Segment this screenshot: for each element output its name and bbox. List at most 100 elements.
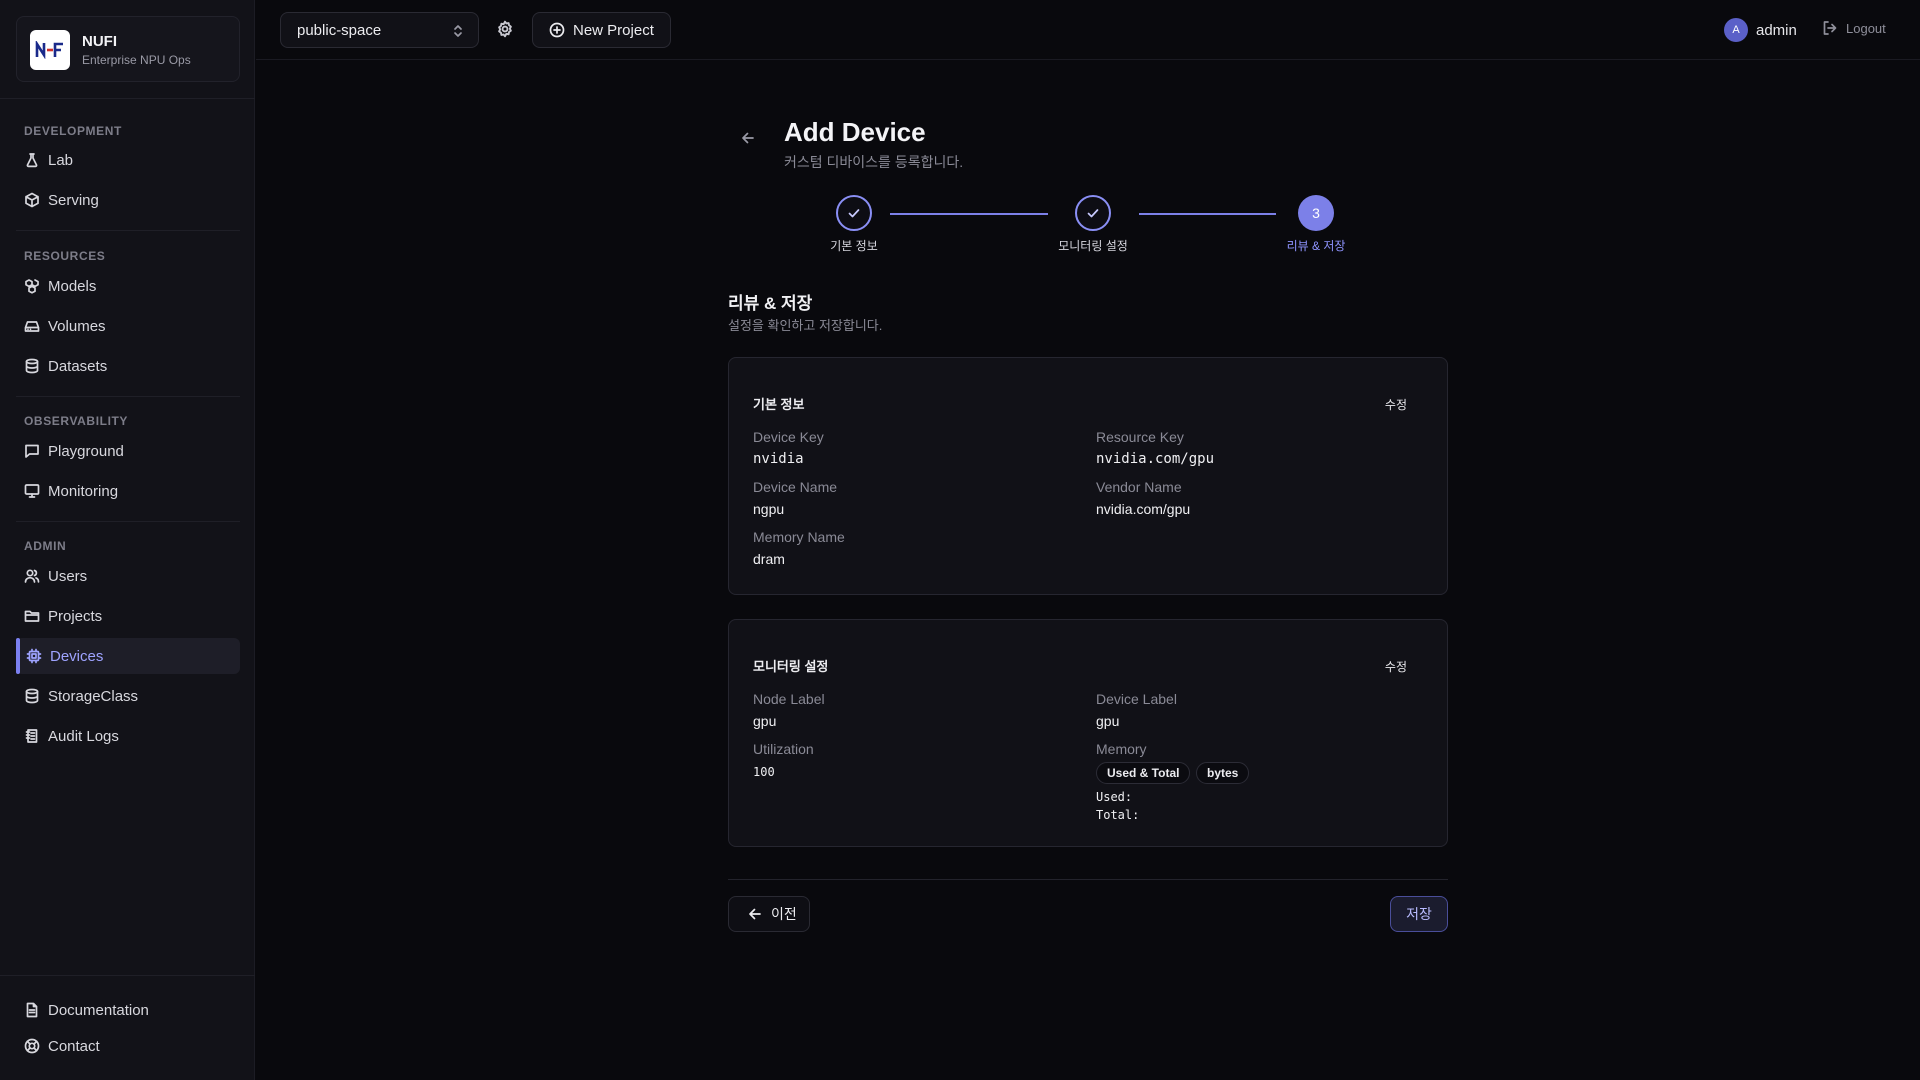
step-2-check-icon bbox=[1075, 195, 1111, 231]
chip-icon bbox=[26, 648, 42, 664]
back-arrow-icon[interactable] bbox=[740, 130, 756, 151]
folder-icon bbox=[24, 608, 40, 624]
sidebar-item-label: Datasets bbox=[48, 357, 108, 375]
sidebar-item-projects[interactable]: Projects bbox=[16, 598, 240, 634]
database-icon bbox=[24, 688, 40, 704]
sidebar-item-lab[interactable]: Lab bbox=[16, 142, 240, 178]
sidebar-item-label: Users bbox=[48, 567, 88, 585]
sidebar-item-volumes[interactable]: Volumes bbox=[16, 308, 240, 344]
sidebar-item-label: Audit Logs bbox=[48, 727, 119, 745]
vendor-name-label: Vendor Name bbox=[1096, 479, 1182, 495]
memory-mode-badge: Used & Total bbox=[1096, 762, 1191, 784]
memory-name-value: dram bbox=[753, 551, 785, 567]
sidebar-item-documentation[interactable]: Documentation bbox=[16, 992, 240, 1028]
utilization-value: 100 bbox=[753, 765, 775, 779]
drive-icon bbox=[24, 318, 40, 334]
brand-name: NUFI bbox=[82, 33, 117, 50]
sidebar-item-label: Playground bbox=[48, 442, 124, 460]
device-name-value: ngpu bbox=[753, 501, 785, 517]
step-connector bbox=[1139, 213, 1276, 215]
user-menu[interactable]: A admin bbox=[1724, 18, 1797, 42]
page-subtitle: 커스텀 디바이스를 등록합니다. bbox=[784, 154, 964, 170]
resource-key-label: Resource Key bbox=[1096, 429, 1184, 445]
step-3-label: 리뷰 & 저장 bbox=[1286, 239, 1346, 253]
new-project-label: New Project bbox=[573, 21, 654, 39]
monitoring-card: 모니터링 설정 수정 Node Label gpu Device Label g… bbox=[728, 619, 1448, 847]
section-title: 리뷰 & 저장 bbox=[728, 294, 813, 313]
memory-name-label: Memory Name bbox=[753, 529, 845, 545]
logout-button[interactable]: Logout bbox=[1822, 20, 1886, 36]
sidebar-item-label: Documentation bbox=[48, 1001, 149, 1019]
log-icon bbox=[24, 728, 40, 744]
sidebar-item-audit-logs[interactable]: Audit Logs bbox=[16, 718, 240, 754]
memory-total-label: Total: bbox=[1096, 808, 1140, 822]
sidebar-item-models[interactable]: Models bbox=[16, 268, 240, 304]
sidebar-item-serving[interactable]: Serving bbox=[16, 182, 240, 218]
brand-subtitle: Enterprise NPU Ops bbox=[82, 53, 191, 67]
device-key-label: Device Key bbox=[753, 429, 824, 445]
vendor-name-value: nvidia.com/gpu bbox=[1096, 501, 1191, 517]
logout-label: Logout bbox=[1846, 20, 1886, 36]
lifebuoy-icon bbox=[24, 1038, 40, 1054]
top-bar: public-space New Project A admin Logout bbox=[256, 0, 1920, 60]
users-icon bbox=[24, 568, 40, 584]
sidebar-item-storageclass[interactable]: StorageClass bbox=[16, 678, 240, 714]
flask-icon bbox=[24, 152, 40, 168]
divider bbox=[16, 396, 240, 397]
logout-icon bbox=[1822, 20, 1838, 36]
chevron-up-down-icon bbox=[450, 23, 466, 43]
divider bbox=[16, 521, 240, 522]
memory-unit-badge: bytes bbox=[1196, 762, 1250, 784]
sidebar-item-playground[interactable]: Playground bbox=[16, 433, 240, 469]
sidebar-item-users[interactable]: Users bbox=[16, 558, 240, 594]
gear-icon[interactable] bbox=[496, 20, 514, 38]
sidebar-item-label: Models bbox=[48, 277, 97, 295]
device-key-value: nvidia bbox=[753, 451, 804, 467]
project-selector[interactable]: public-space bbox=[280, 12, 479, 48]
step-connector bbox=[890, 213, 1048, 215]
sidebar-item-monitoring[interactable]: Monitoring bbox=[16, 473, 240, 509]
document-icon bbox=[24, 1002, 40, 1018]
brand-card[interactable]: NUFI Enterprise NPU Ops bbox=[16, 16, 240, 82]
new-project-button[interactable]: New Project bbox=[532, 12, 671, 48]
save-button[interactable]: 저장 bbox=[1390, 896, 1448, 932]
boxes-icon bbox=[24, 278, 40, 294]
edit-basic-info-button[interactable]: 수정 bbox=[1385, 396, 1407, 413]
node-label-label: Node Label bbox=[753, 691, 825, 707]
sidebar: NUFI Enterprise NPU Ops DEVELOPMENT Lab … bbox=[0, 0, 255, 1080]
sidebar-item-label: Projects bbox=[48, 607, 103, 625]
arrow-left-icon bbox=[747, 906, 763, 922]
previous-button[interactable]: 이전 bbox=[728, 896, 810, 932]
card-title: 기본 정보 bbox=[753, 397, 805, 412]
section-observability: OBSERVABILITY bbox=[24, 414, 129, 428]
project-name: public-space bbox=[297, 21, 382, 39]
previous-label: 이전 bbox=[771, 906, 797, 922]
device-label-value: gpu bbox=[1096, 713, 1120, 729]
section-admin: ADMIN bbox=[24, 539, 67, 553]
sidebar-item-label: Lab bbox=[48, 151, 74, 169]
step-1-check-icon bbox=[836, 195, 872, 231]
section-development: DEVELOPMENT bbox=[24, 124, 122, 138]
section-subtitle: 설정을 확인하고 저장합니다. bbox=[728, 318, 883, 333]
sidebar-item-contact[interactable]: Contact bbox=[16, 1028, 240, 1064]
device-label-label: Device Label bbox=[1096, 691, 1177, 707]
sidebar-item-datasets[interactable]: Datasets bbox=[16, 348, 240, 384]
step-2-label: 모니터링 설정 bbox=[1058, 239, 1128, 253]
device-name-label: Device Name bbox=[753, 479, 838, 495]
sidebar-item-label: Serving bbox=[48, 191, 99, 209]
sidebar-item-label: Monitoring bbox=[48, 482, 119, 500]
cube-icon bbox=[24, 192, 40, 208]
edit-monitoring-button[interactable]: 수정 bbox=[1385, 658, 1407, 675]
utilization-label: Utilization bbox=[753, 741, 814, 757]
step-1-label: 기본 정보 bbox=[830, 239, 878, 253]
user-name: admin bbox=[1756, 21, 1797, 39]
avatar: A bbox=[1724, 18, 1748, 42]
divider bbox=[728, 879, 1448, 880]
sidebar-item-label: Volumes bbox=[48, 317, 106, 335]
database-icon bbox=[24, 358, 40, 374]
sidebar-item-label: Devices bbox=[50, 647, 104, 665]
monitor-icon bbox=[24, 483, 40, 499]
sidebar-item-devices[interactable]: Devices bbox=[16, 638, 240, 674]
section-resources: RESOURCES bbox=[24, 249, 106, 263]
sidebar-item-label: StorageClass bbox=[48, 687, 139, 705]
